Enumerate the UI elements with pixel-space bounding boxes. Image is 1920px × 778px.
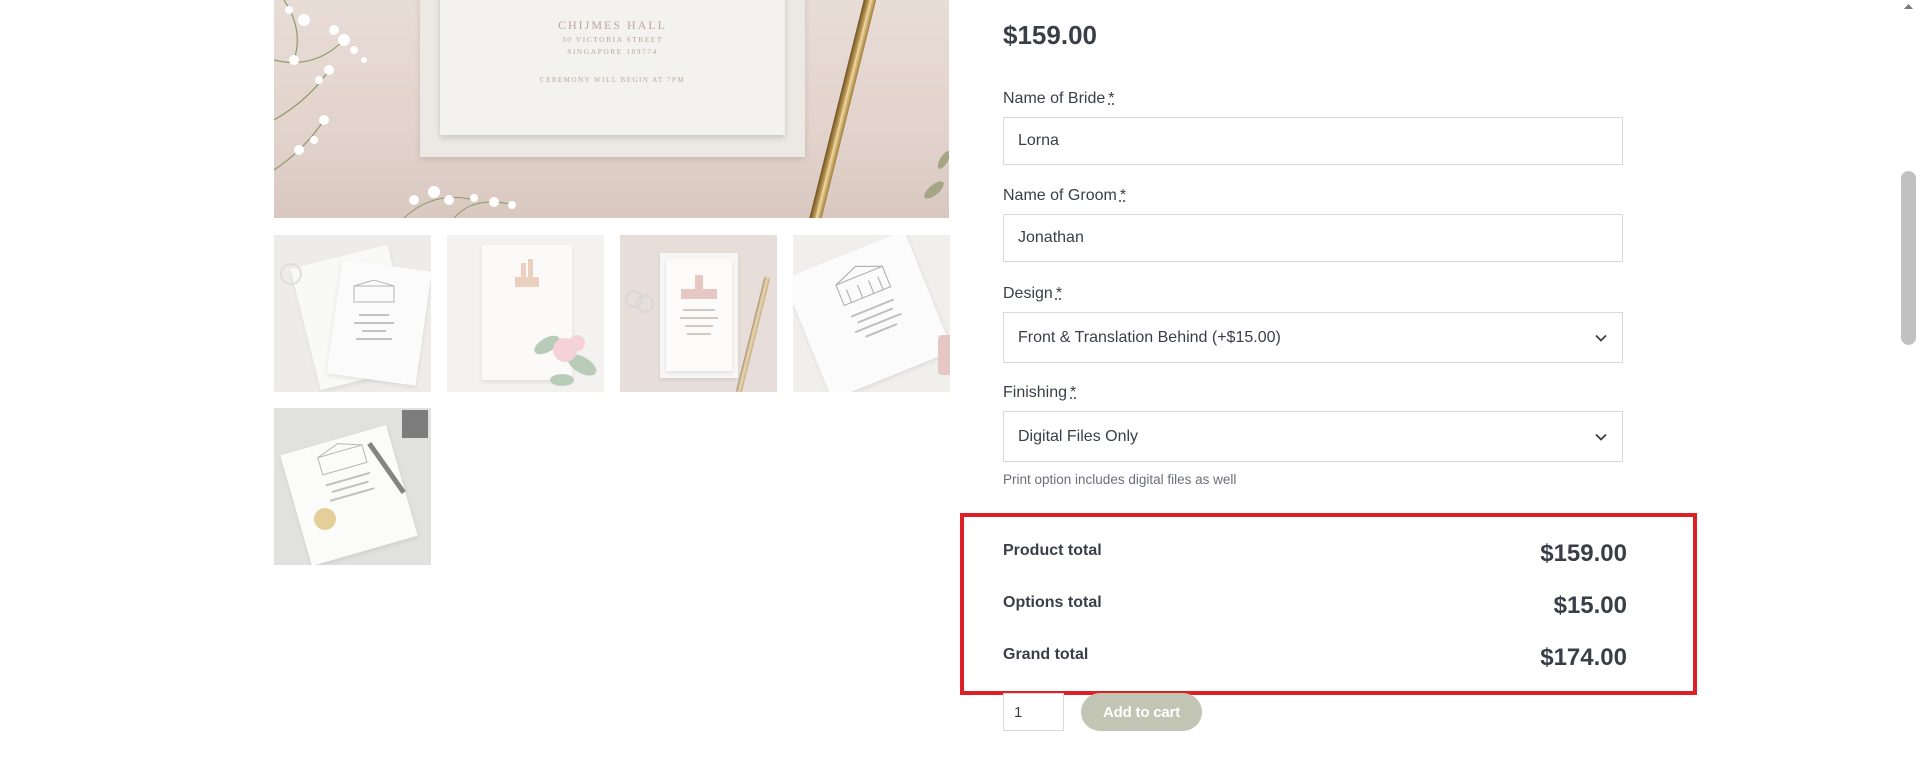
thumbnail-5[interactable] (274, 408, 431, 565)
chevron-down-icon (1595, 334, 1607, 342)
leaves-decoration (924, 151, 949, 199)
grand-total-label: Grand total (1003, 646, 1089, 663)
card-ceremony-text: CEREMONY WILL BEGIN AT 7PM (539, 76, 686, 84)
scroll-up-arrow-icon[interactable] (1897, 0, 1920, 14)
groom-name-input[interactable] (1003, 214, 1623, 262)
required-marker: * (1070, 384, 1077, 401)
design-label-text: Design (1003, 285, 1053, 302)
quantity-input[interactable] (1003, 693, 1064, 731)
design-selected-value: Front & Translation Behind (+$15.00) (1018, 328, 1281, 346)
finishing-helper-text: Print option includes digital files as w… (1003, 472, 1237, 487)
grand-total-value: $174.00 (1540, 644, 1627, 671)
groom-name-label: Name of Groom * (1003, 187, 1126, 205)
finishing-selected-value: Digital Files Only (1018, 427, 1139, 445)
product-price: $159.00 (1003, 20, 1097, 50)
finishing-label: Finishing * (1003, 384, 1076, 402)
bride-name-label: Name of Bride * (1003, 90, 1115, 108)
card-address-line2: SINGAPORE 189774 (567, 47, 658, 56)
options-total-label: Options total (1003, 594, 1102, 611)
totals-summary: Product total $159.00 Options total $15.… (960, 513, 1697, 695)
card-address-line1: 30 VICTORIA STREET (562, 35, 663, 44)
required-marker: * (1119, 187, 1127, 204)
bride-name-label-text: Name of Bride (1003, 90, 1106, 107)
flowers-bottom-decoration (403, 186, 516, 218)
product-main-image[interactable]: CHIJMES HALL 30 VICTORIA STREET SINGAPOR… (274, 0, 949, 218)
required-marker: * (1055, 285, 1063, 302)
bride-name-input[interactable] (1003, 117, 1623, 165)
options-total-value: $15.00 (1553, 592, 1627, 619)
scrollbar-thumb[interactable] (1901, 171, 1916, 345)
card-address-text: 30 VICTORIA STREET SINGAPORE 189774 (440, 34, 785, 58)
finishing-label-text: Finishing (1003, 384, 1068, 401)
thumbnail-3[interactable] (620, 235, 777, 392)
design-select[interactable]: Front & Translation Behind (+$15.00) (1003, 312, 1623, 363)
thumbnail-2[interactable] (447, 235, 604, 392)
options-total-row: Options total $15.00 (1003, 592, 1627, 620)
design-label: Design * (1003, 285, 1062, 303)
thumbnail-1[interactable] (274, 235, 431, 392)
thumbnail-4[interactable] (793, 235, 950, 392)
babys-breath-flowers-decoration (274, 0, 367, 171)
chevron-down-icon (1595, 433, 1607, 441)
product-total-row: Product total $159.00 (1003, 540, 1627, 568)
product-total-value: $159.00 (1540, 540, 1627, 567)
card-venue-text: CHIJMES HALL (557, 18, 667, 32)
groom-name-label-text: Name of Groom (1003, 187, 1117, 204)
add-to-cart-button[interactable]: Add to cart (1081, 693, 1202, 731)
required-marker: * (1108, 90, 1115, 107)
invitation-card: CHIJMES HALL 30 VICTORIA STREET SINGAPOR… (440, 0, 785, 135)
finishing-select[interactable]: Digital Files Only (1003, 411, 1623, 462)
grand-total-row: Grand total $174.00 (1003, 644, 1627, 672)
product-total-label: Product total (1003, 542, 1102, 559)
